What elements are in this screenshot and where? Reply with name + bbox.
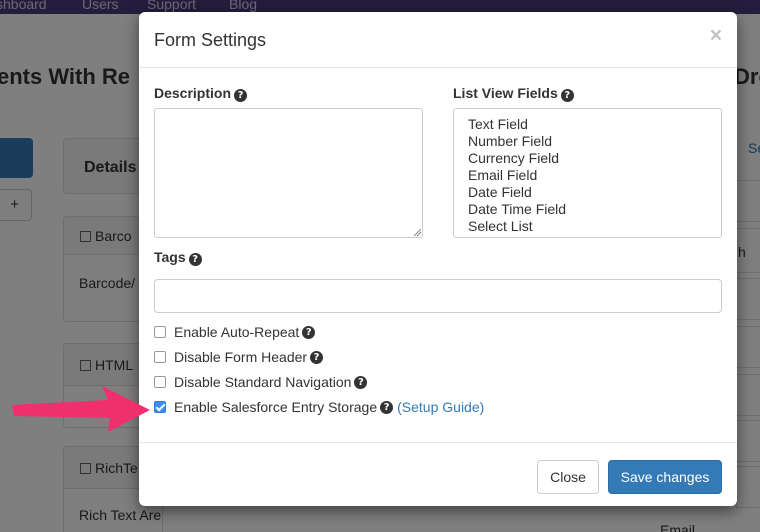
salesforce-entry-storage-checkbox[interactable] <box>154 401 166 413</box>
disable-form-header-label: Disable Form Header <box>174 349 308 365</box>
help-icon[interactable]: ? <box>188 253 202 266</box>
tags-label: Tags? <box>154 249 202 266</box>
description-textarea[interactable] <box>154 108 423 238</box>
salesforce-entry-storage-option[interactable]: Enable Salesforce Entry Storage? (Setup G… <box>154 398 484 416</box>
list-view-fields-label-text: List View Fields <box>453 85 558 101</box>
form-settings-modal: Form Settings × Description? List View F… <box>139 12 737 506</box>
description-label: Description? <box>154 85 248 102</box>
modal-footer: Close Save changes <box>139 442 737 506</box>
resize-grip-icon[interactable] <box>413 228 421 236</box>
modal-header: Form Settings × <box>139 12 737 68</box>
close-button[interactable]: Close <box>537 460 599 494</box>
disable-standard-navigation-label: Disable Standard Navigation <box>174 374 352 390</box>
list-option-partial[interactable] <box>468 235 721 237</box>
list-view-fields-select[interactable]: Text Field Number Field Currency Field E… <box>453 108 722 238</box>
list-option[interactable]: Select List <box>468 218 721 235</box>
auto-repeat-label: Enable Auto-Repeat <box>174 324 300 340</box>
help-icon[interactable]: ? <box>354 375 368 389</box>
disable-form-header-checkbox[interactable] <box>154 351 166 363</box>
list-option[interactable]: Date Time Field <box>468 201 721 218</box>
list-option[interactable]: Currency Field <box>468 150 721 167</box>
disable-standard-navigation-option[interactable]: Disable Standard Navigation? <box>154 373 368 391</box>
list-option[interactable]: Text Field <box>468 116 721 133</box>
salesforce-entry-storage-label: Enable Salesforce Entry Storage <box>174 399 378 415</box>
list-option[interactable]: Date Field <box>468 184 721 201</box>
tags-label-text: Tags <box>154 249 186 265</box>
help-icon[interactable]: ? <box>234 89 248 102</box>
save-changes-button[interactable]: Save changes <box>608 460 722 494</box>
close-icon[interactable]: × <box>710 25 722 46</box>
help-icon[interactable]: ? <box>310 350 324 364</box>
modal-title: Form Settings <box>154 30 267 50</box>
disable-standard-navigation-checkbox[interactable] <box>154 376 166 388</box>
tags-input[interactable] <box>154 279 722 313</box>
help-icon[interactable]: ? <box>302 325 316 339</box>
list-view-fields-label: List View Fields? <box>453 85 574 102</box>
help-icon[interactable]: ? <box>560 89 574 102</box>
setup-guide-link[interactable]: (Setup Guide) <box>397 399 484 415</box>
auto-repeat-checkbox[interactable] <box>154 326 166 338</box>
help-icon[interactable]: ? <box>380 400 394 414</box>
description-label-text: Description <box>154 85 232 101</box>
disable-form-header-option[interactable]: Disable Form Header? <box>154 348 324 366</box>
auto-repeat-option[interactable]: Enable Auto-Repeat? <box>154 323 316 341</box>
list-option[interactable]: Email Field <box>468 167 721 184</box>
list-option[interactable]: Number Field <box>468 133 721 150</box>
